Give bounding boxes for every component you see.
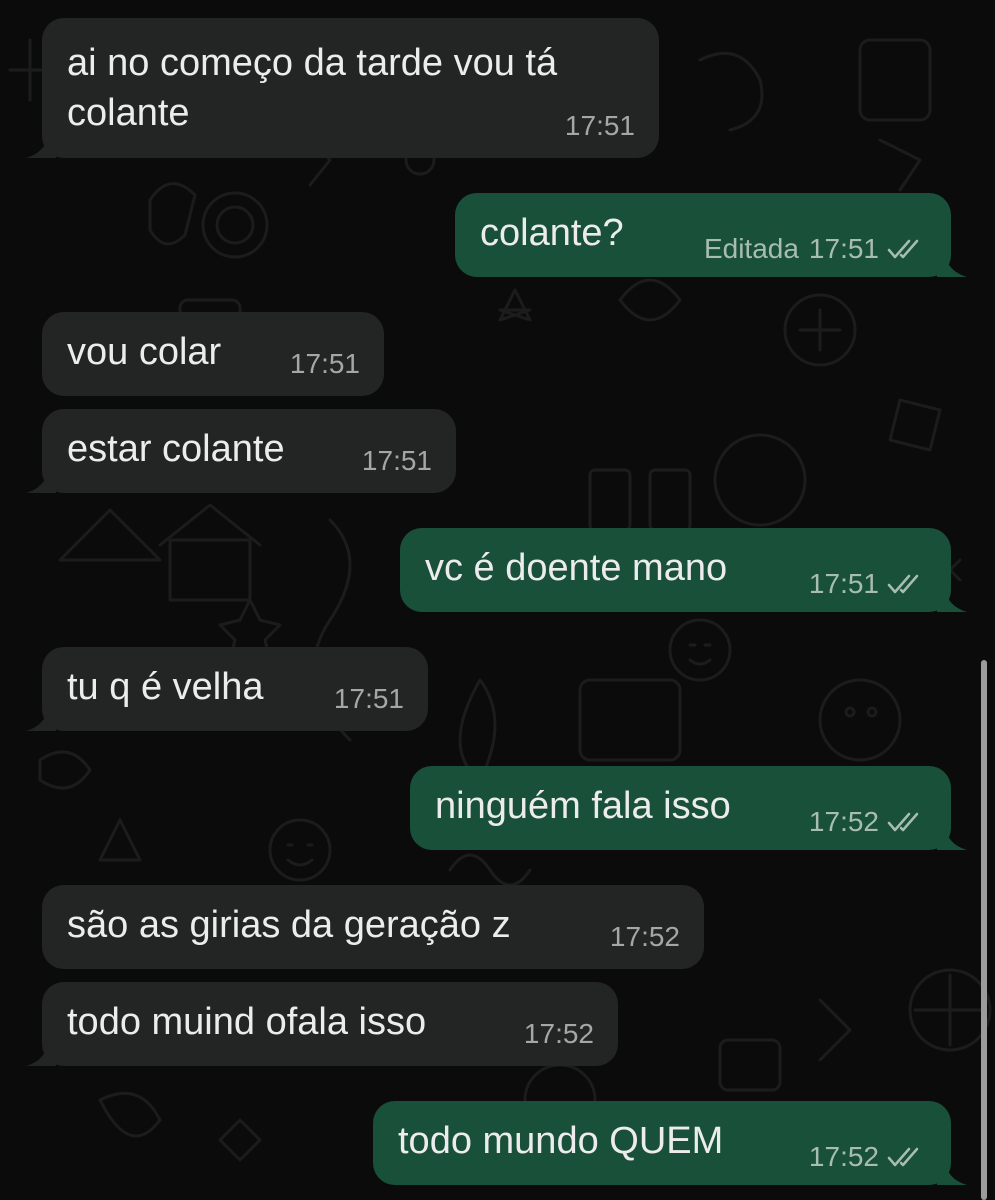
message-time: 17:51 [808, 233, 879, 264]
message-text: vc é doente mano [425, 547, 728, 589]
bubble-tail [937, 588, 967, 612]
message-meta: 17:52 [809, 1141, 927, 1173]
message-text-line: ai no começo da tarde vou tá [67, 42, 558, 84]
message-meta: 17:52 [610, 921, 680, 953]
bubble-tail [26, 469, 56, 493]
edited-label: Editada [703, 233, 799, 264]
message-time: 17:52 [523, 1018, 594, 1049]
message-meta: 17:51 [809, 568, 927, 600]
message-bubble-incoming[interactable]: tu q é velha 17:51 [26, 647, 428, 731]
message-meta: 17:51 [565, 110, 635, 142]
message-meta: Editada 17:51 [704, 233, 927, 265]
message-time: 17:51 [564, 110, 635, 141]
message-time: 17:51 [361, 445, 432, 476]
message-text: tu q é velha [67, 666, 264, 708]
message-text: são as girias da geração z [67, 904, 511, 946]
message-bubble-incoming[interactable]: ai no começo da tarde vou tá colante 17:… [26, 18, 659, 158]
message-text: todo mundo QUEM [398, 1120, 724, 1162]
bubble-tail [26, 134, 56, 158]
chat-conversation[interactable]: ai no começo da tarde vou tá colante 17:… [0, 0, 995, 1200]
message-time: 17:52 [609, 921, 680, 952]
message-bubble-incoming[interactable]: todo muind ofala isso 17:52 [26, 982, 618, 1066]
message-time: 17:51 [808, 568, 879, 599]
message-meta: 17:51 [290, 348, 360, 380]
double-check-icon [887, 1147, 919, 1167]
message-meta: 17:51 [362, 445, 432, 477]
message-text: ninguém fala isso [435, 785, 731, 827]
message-bubble-outgoing[interactable]: vc é doente mano 17:51 [400, 528, 967, 612]
message-bubble-outgoing[interactable]: colante? Editada 17:51 [455, 193, 967, 277]
message-time: 17:52 [808, 806, 879, 837]
message-bubble-outgoing[interactable]: todo mundo QUEM 17:52 [373, 1101, 967, 1185]
message-bubble-outgoing[interactable]: ninguém fala isso 17:52 [410, 766, 967, 850]
message-bubble-incoming[interactable]: vou colar 17:51 [42, 312, 384, 396]
bubble-tail [937, 1161, 967, 1185]
bubble-tail [937, 826, 967, 850]
message-bubble-incoming[interactable]: estar colante 17:51 [26, 409, 456, 493]
message-text: ai no começo da tarde vou tá colante [67, 38, 557, 138]
double-check-icon [887, 574, 919, 594]
double-check-icon [887, 239, 919, 259]
bubble-tail [26, 1042, 56, 1066]
message-time: 17:51 [333, 683, 404, 714]
message-text: colante? [480, 212, 624, 254]
message-text-line: colante [67, 92, 190, 134]
message-bubble-incoming[interactable]: são as girias da geração z 17:52 [42, 885, 704, 969]
bubble-tail [26, 707, 56, 731]
message-text: vou colar [67, 331, 222, 373]
message-meta: 17:52 [524, 1018, 594, 1050]
scrollbar[interactable] [981, 660, 987, 1200]
message-meta: 17:51 [334, 683, 404, 715]
message-time: 17:52 [808, 1141, 879, 1172]
message-text: todo muind ofala isso [67, 1001, 427, 1043]
message-time: 17:51 [289, 348, 360, 379]
double-check-icon [887, 812, 919, 832]
bubble-tail [937, 253, 967, 277]
message-meta: 17:52 [809, 806, 927, 838]
message-text: estar colante [67, 428, 285, 470]
